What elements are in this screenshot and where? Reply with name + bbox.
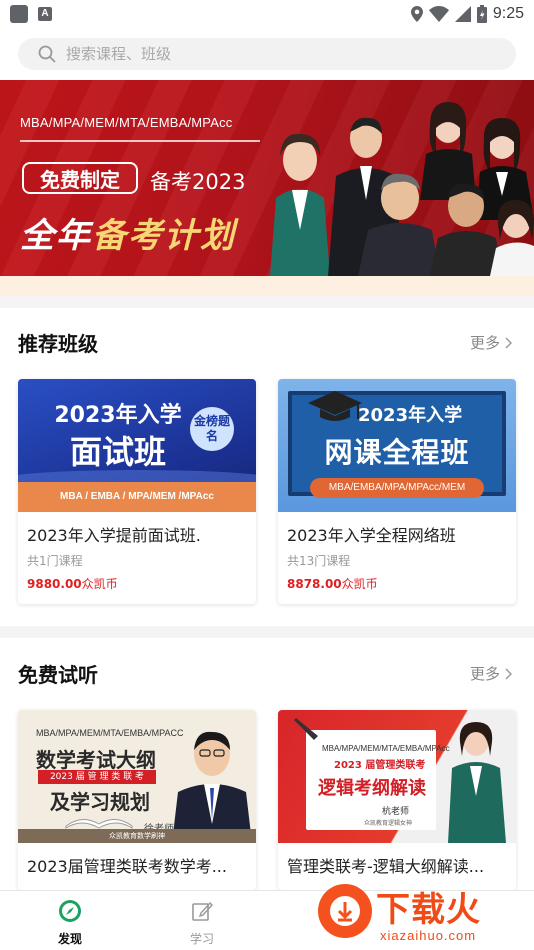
banner-headline-b: 备考计划 [92,216,236,256]
thumb-footer: 众凯教育数学刷神 [18,829,256,843]
watermark-logo: 下载火 xiazaihuo.com [318,882,534,950]
thumb-badge: 金榜题名 [190,407,234,451]
trial-card[interactable]: MBA/MPA/MEM/MTA/EMBA/MPAcc 2023 届管理类联考 逻… [278,710,516,890]
promo-banner[interactable]: MBA/MPA/MEM/MTA/EMBA/MPAcc 免费制定 备考2023 全… [0,80,534,276]
book-icon [65,819,133,829]
price-currency: 众凯币 [341,577,378,591]
banner-programs: MBA/MPA/MEM/MTA/EMBA/MPAcc [20,115,233,130]
chevron-right-icon [505,336,512,349]
teacher-photo [448,722,506,843]
search-input[interactable] [66,45,466,63]
class-title: 2023年入学提前面试班. [27,526,201,545]
search-icon [38,45,56,63]
class-price: 9880.00众凯币 [18,569,256,604]
more-label: 更多 [469,665,500,683]
teacher-photo [172,731,252,843]
section-divider [0,296,534,308]
thumb-red-bar: 2023 届 管 理 类 联 考 [38,770,156,784]
more-link-free-trial[interactable]: 更多 [470,663,512,684]
banner-headline: 全年备考计划 [20,208,236,257]
price-value: 8878.00 [287,577,342,591]
class-title: 2023年入学全程网络班 [287,526,456,545]
edit-icon [192,901,213,921]
banner-headline-a: 全年 [20,216,92,256]
location-icon [410,6,423,22]
trial-thumbnail: MBA/MPA/MEM/MTA/EMBA/MPACC 数学考试大纲 2023 届… [18,710,256,843]
class-card[interactable]: 2023年入学 面试班 金榜题名 MBA / EMBA / MPA/MEM /M… [18,379,256,604]
status-bar: A 9:25 [0,0,534,28]
thumb-teacher: 杭老师 [382,807,410,817]
banner-tag: 免费制定 [22,162,138,194]
signal-icon [454,6,471,22]
notification-icon [10,5,28,23]
class-thumbnail: 2023年入学 网课全程班 MBA/EMBA/MPA/MPAcc/MEM [278,379,516,512]
thumb-line2: 网课全程班 [324,436,470,469]
trial-card[interactable]: MBA/MPA/MEM/MTA/EMBA/MPACC 数学考试大纲 2023 届… [18,710,256,890]
wifi-icon [428,6,449,22]
class-card[interactable]: 2023年入学 网课全程班 MBA/EMBA/MPA/MPAcc/MEM 202… [278,379,516,604]
thumb-bar: MBA/EMBA/MPA/MPAcc/MEM [310,478,484,498]
trial-thumbnail: MBA/MPA/MEM/MTA/EMBA/MPAcc 2023 届管理类联考 逻… [278,710,516,843]
trial-title: 2023届管理类联考数学考... [27,857,227,876]
battery-icon [476,5,487,23]
thumb-line1: 数学考试大纲 [36,748,156,772]
thumb-line2: 面试班 [69,433,166,471]
price-currency: 众凯币 [81,577,118,591]
clock: 9:25 [492,5,524,22]
thumb-line1: 2023年入学 [54,403,182,428]
thumb-line1: 逻辑考纲解读 [318,778,426,799]
section-divider [0,626,534,638]
pen-icon [294,718,318,740]
search-bar[interactable] [18,38,516,70]
class-price: 8878.00众凯币 [278,569,516,604]
course-count: 共13门课程 [287,554,351,568]
thumb-red-text: 2023 届管理类联考 [334,760,426,771]
watermark-text: 下载火 [376,890,481,930]
section-title-free-trial: 免费试听 [18,663,98,687]
trial-title: 管理类联考-逻辑大纲解读... [287,857,485,876]
more-link-recommended[interactable]: 更多 [470,332,512,353]
thumb-sub: MBA/MPA/MEM/MTA/EMBA/MPAcc [322,744,450,753]
class-thumbnail: 2023年入学 面试班 金榜题名 MBA / EMBA / MPA/MEM /M… [18,379,256,512]
status-icons: 9:25 [410,3,524,25]
banner-year: 备考2023 [150,170,246,194]
banner-separator [0,276,534,296]
thumb-sub: MBA/MPA/MEM/MTA/EMBA/MPACC [36,728,184,738]
graduation-cap-icon [308,391,362,421]
more-label: 更多 [469,334,500,352]
chevron-right-icon [505,667,512,680]
app-notification-icon: A [38,7,52,21]
price-value: 9880.00 [27,577,82,591]
thumb-footer: 众凯教育逻辑女神 [364,820,413,827]
tab-study[interactable]: 学习 [172,899,232,947]
watermark-icon [318,884,372,938]
compass-icon [59,900,81,922]
download-icon [330,896,360,926]
watermark-url: xiazaihuo.com [380,928,477,943]
banner-divider [20,140,260,142]
thumb-bar: MBA / EMBA / MPA/MEM /MPAcc [18,482,256,512]
tab-discover[interactable]: 发现 [40,899,100,947]
course-count: 共1门课程 [27,554,83,568]
teachers-photo [270,102,534,276]
tab-label: 发现 [57,932,82,946]
tab-label: 学习 [189,932,214,946]
thumb-line1: 2023年入学 [358,405,463,426]
section-title-recommended: 推荐班级 [18,332,98,356]
